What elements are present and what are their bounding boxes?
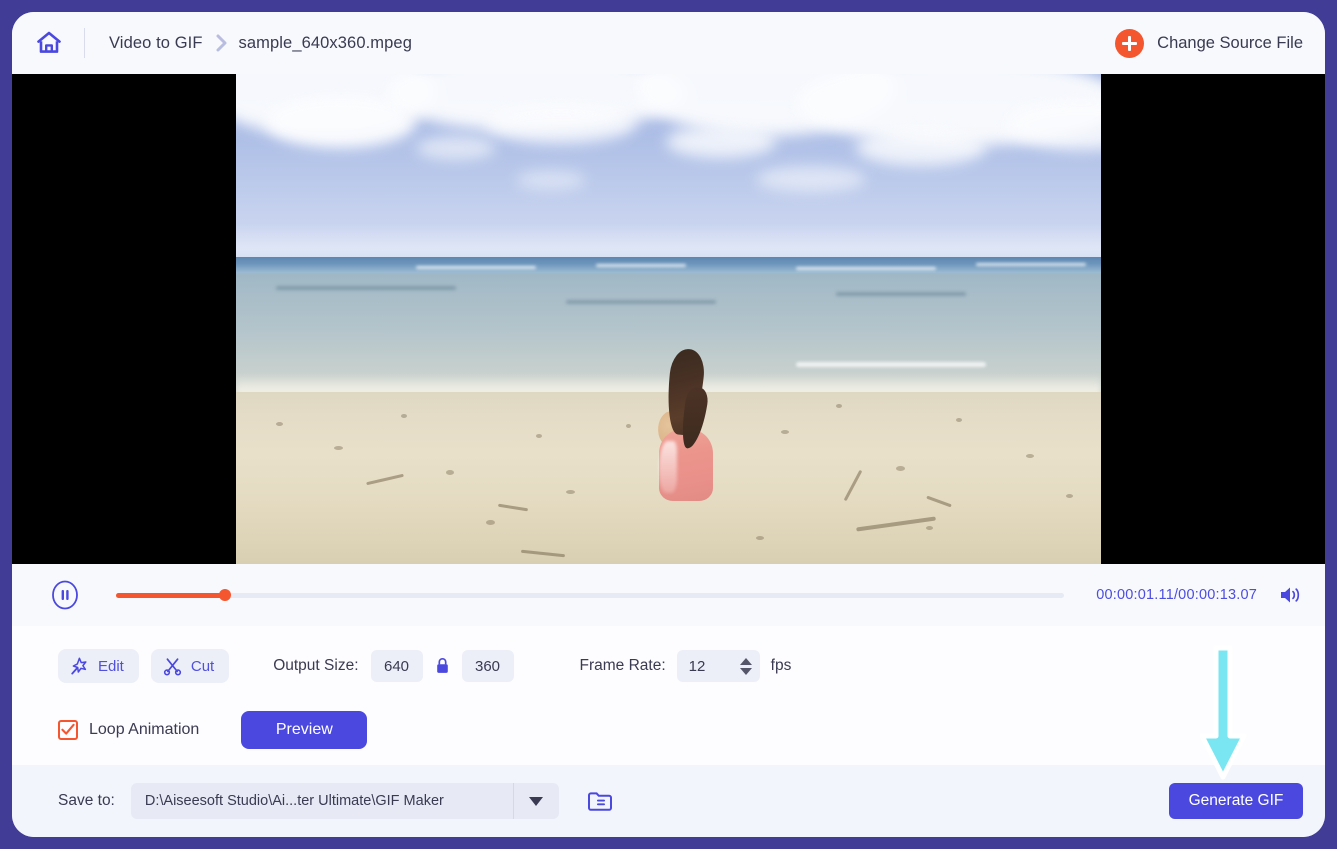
volume-icon[interactable] <box>1275 584 1303 606</box>
sand-grain <box>896 466 905 471</box>
sand-grain <box>536 434 542 438</box>
magic-wand-icon <box>70 657 89 676</box>
spinner-up-arrow[interactable] <box>739 657 752 665</box>
breadcrumb-section[interactable]: Video to GIF <box>109 34 203 53</box>
cloud <box>416 136 496 160</box>
spinner-updown-icon[interactable] <box>739 657 752 675</box>
app-window: Video to GIF sample_640x360.mpeg Change … <box>12 12 1325 837</box>
horizon-haze <box>236 224 1101 260</box>
wave <box>276 286 456 290</box>
plus-circle-icon <box>1115 28 1145 58</box>
header-divider <box>84 28 85 58</box>
wave <box>566 300 716 304</box>
frame-rate-input[interactable]: 12 <box>676 650 760 682</box>
wave <box>976 263 1086 266</box>
wave <box>796 267 936 270</box>
sand-grain <box>566 490 575 494</box>
sand-grain <box>626 424 631 428</box>
cloud <box>666 126 776 158</box>
home-icon[interactable] <box>36 30 62 56</box>
person-dress-highlight <box>659 441 677 493</box>
sand-grain <box>446 470 454 475</box>
sand-grain <box>956 418 962 422</box>
sand-grain <box>1066 494 1073 498</box>
wave <box>796 362 986 367</box>
output-size-label: Output Size: <box>273 657 359 674</box>
sand-grain <box>334 446 343 450</box>
wave <box>836 292 966 296</box>
cut-button-label: Cut <box>190 657 215 675</box>
chevron-right-icon <box>215 33 229 53</box>
breadcrumb-file: sample_640x360.mpeg <box>238 33 412 52</box>
save-path-input[interactable]: D:\Aiseesoft Studio\Ai...ter Ultimate\GI… <box>131 793 513 809</box>
sand-grain <box>926 526 933 530</box>
loop-animation-label: Loop Animation <box>89 721 200 738</box>
video-preview-stage[interactable] <box>12 74 1325 564</box>
generate-gif-button[interactable]: Generate GIF <box>1169 783 1303 819</box>
chevron-down-icon <box>529 796 544 806</box>
wave <box>416 266 536 269</box>
loop-animation-checkbox[interactable]: Loop Animation <box>58 720 199 740</box>
cloud <box>856 130 986 166</box>
folder-open-icon[interactable] <box>575 790 613 812</box>
save-path-combo[interactable]: D:\Aiseesoft Studio\Ai...ter Ultimate\GI… <box>130 783 559 819</box>
settings-row-primary: Edit Cut Output Size: 640 360 Frame Rate… <box>58 648 1303 684</box>
frame-rate-label: Frame Rate: <box>579 657 666 674</box>
cloud <box>756 166 866 192</box>
save-path-dropdown-button[interactable] <box>512 783 559 819</box>
playback-bar: 00:00:01.11/00:00:13.07 <box>12 564 1325 626</box>
change-source-file-label: Change Source File <box>1157 33 1303 52</box>
footer-bar: Save to: D:\Aiseesoft Studio\Ai...ter Ul… <box>12 765 1325 837</box>
settings-panel: Edit Cut Output Size: 640 360 Frame Rate… <box>12 626 1325 780</box>
sand-grain <box>1026 454 1034 458</box>
frame-rate-value: 12 <box>688 657 706 675</box>
scissors-icon <box>163 657 182 676</box>
header-bar: Video to GIF sample_640x360.mpeg Change … <box>12 12 1325 74</box>
progress-slider[interactable] <box>116 589 1065 601</box>
settings-row-secondary: Loop Animation Preview <box>58 710 1303 750</box>
video-frame <box>236 74 1101 564</box>
progress-knob[interactable] <box>219 589 232 601</box>
time-display: 00:00:01.11/00:00:13.07 <box>1096 587 1257 603</box>
preview-button[interactable]: Preview <box>241 711 368 749</box>
sand-grain <box>276 422 283 426</box>
cut-button[interactable]: Cut <box>150 649 230 683</box>
fps-unit-label: fps <box>770 657 792 674</box>
sand-grain <box>756 536 764 540</box>
person-on-beach <box>650 347 720 501</box>
play-pause-button[interactable] <box>50 580 80 610</box>
cloud <box>516 170 586 190</box>
output-height-input[interactable]: 360 <box>461 650 514 682</box>
output-width-input[interactable]: 640 <box>370 650 423 682</box>
progress-fill <box>116 592 226 598</box>
save-to-label: Save to: <box>58 792 115 809</box>
edit-button[interactable]: Edit <box>58 649 139 683</box>
wave <box>596 264 686 267</box>
sand-grain <box>486 520 495 525</box>
change-source-file-button[interactable]: Change Source File <box>1115 28 1303 58</box>
sand-grain <box>781 430 789 434</box>
sand-grain <box>401 414 407 418</box>
frame-rate-group: Frame Rate: 12 fps <box>579 650 792 682</box>
spinner-down-arrow[interactable] <box>739 667 752 675</box>
checkmark-icon[interactable] <box>58 720 78 740</box>
lock-icon[interactable] <box>435 657 450 675</box>
sand-grain <box>836 404 842 408</box>
output-size-group: Output Size: 640 360 <box>273 650 514 682</box>
cloud <box>486 104 636 144</box>
edit-button-label: Edit <box>98 657 124 675</box>
